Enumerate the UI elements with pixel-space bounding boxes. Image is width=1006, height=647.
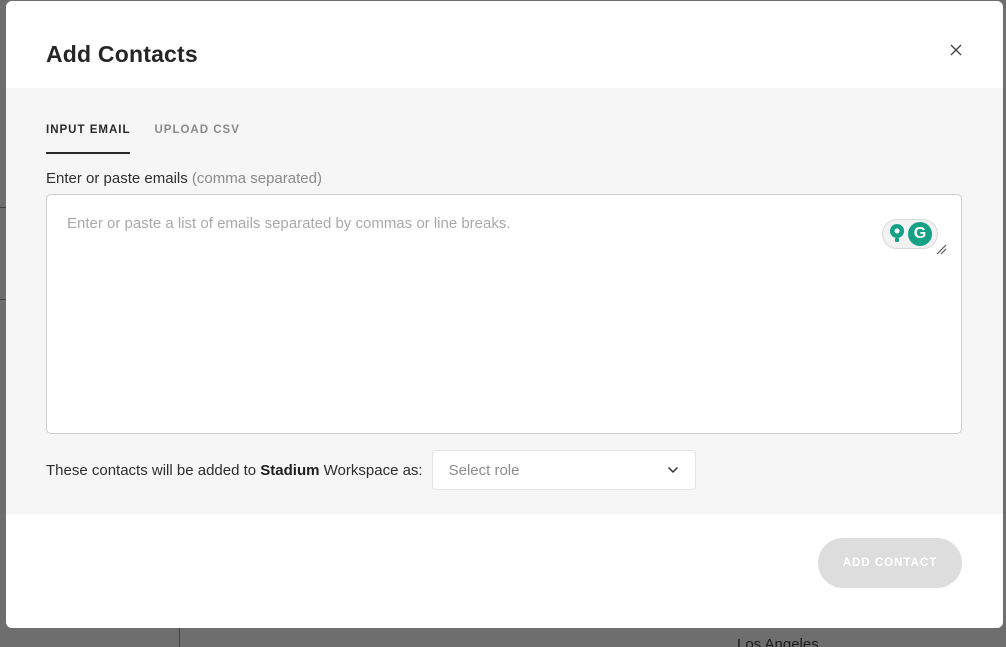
email-label-hint: (comma separated) [191,170,322,187]
role-prefix: These contacts will be added to [46,461,257,479]
grammarly-logo-icon: G [908,222,932,246]
email-textarea-container: G [46,194,962,434]
tab-input-email[interactable]: INPUT EMAIL [46,124,131,154]
background-location-text: Los Angeles [737,636,819,647]
workspace-name: Stadium [260,461,320,479]
role-suffix: Workspace as: [323,461,423,479]
resize-handle-icon[interactable] [935,243,947,255]
close-icon [950,44,962,56]
email-label-text: Enter or paste emails [46,170,188,187]
background-divider [179,628,180,647]
close-button[interactable] [947,41,965,59]
tab-upload-csv[interactable]: UPLOAD CSV [154,124,239,154]
role-select[interactable]: Select role [431,450,696,490]
email-field-label: Enter or paste emails (comma separated) [46,170,322,187]
modal-title: Add Contacts [46,41,198,67]
add-contacts-modal: Add Contacts INPUT EMAIL UPLOAD CSV Ente… [6,1,1003,628]
grammarly-widget[interactable]: G [882,219,938,249]
lightbulb-icon [890,224,904,242]
email-textarea[interactable] [47,195,961,433]
modal-body: INPUT EMAIL UPLOAD CSV Enter or paste em… [6,88,1003,514]
tab-bar: INPUT EMAIL UPLOAD CSV [46,124,264,154]
add-contact-button[interactable]: ADD CONTACT [818,538,962,588]
role-select-placeholder: Select role [448,461,520,479]
role-description: These contacts will be added to Stadium … [46,462,423,479]
modal-header: Add Contacts [6,1,1003,88]
role-row: These contacts will be added to Stadium … [46,450,696,490]
chevron-down-icon [667,466,678,474]
